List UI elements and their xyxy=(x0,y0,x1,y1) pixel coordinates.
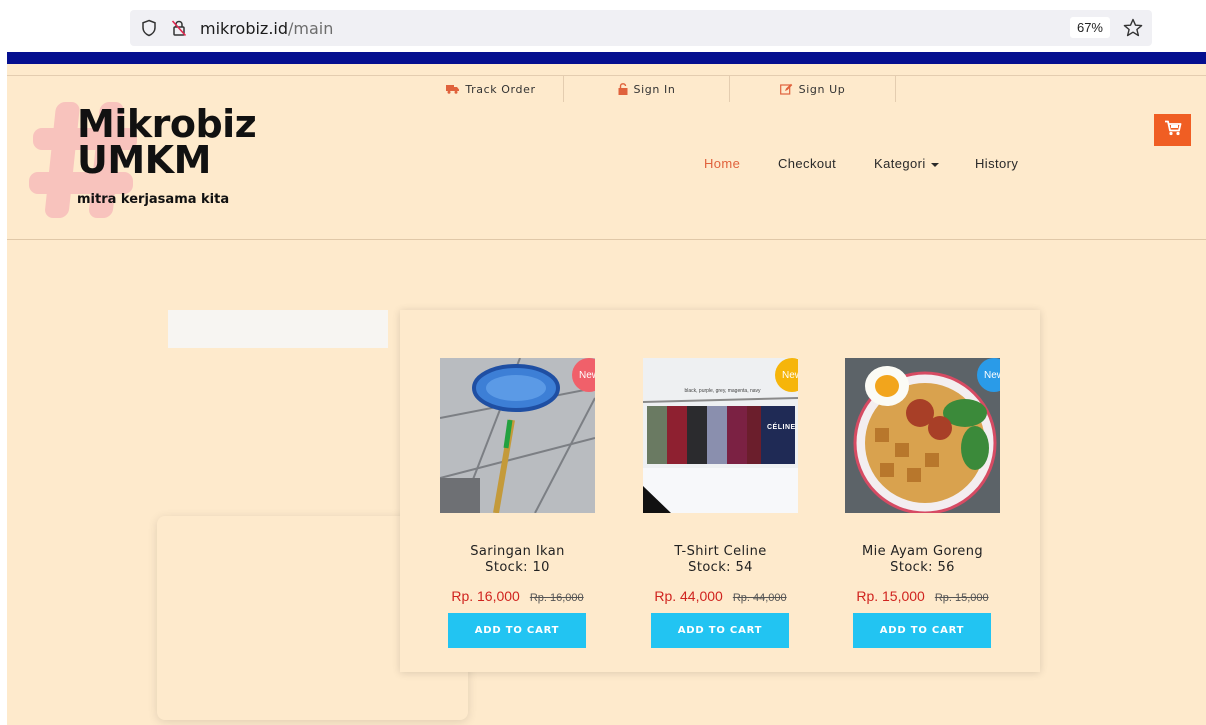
products-panel: New Saringan Ikan Stock: 10 Rp. 16,000Rp… xyxy=(400,310,1040,672)
sign-in-link[interactable]: Sign In xyxy=(564,76,730,102)
shopping-cart-icon xyxy=(1164,120,1182,140)
product-price: Rp. 44,000 xyxy=(654,588,723,604)
nav-kategori-label: Kategori xyxy=(874,156,926,171)
product-image-tshirt[interactable]: black, purple, grey, magenta, navy CÉLIN… xyxy=(643,358,798,513)
top-links-bar: Track Order Sign In Sign Up xyxy=(419,76,896,102)
price-row: Rp. 16,000 Rp. 16,000 xyxy=(440,586,595,605)
product-old-price: Rp. 44,000 xyxy=(732,592,787,604)
add-to-cart-button[interactable]: ADD TO CART xyxy=(853,613,991,648)
product-price: Rp. 16,000 xyxy=(451,588,520,604)
main-nav: Home Checkout Kategori History xyxy=(7,156,1206,176)
browser-toolbar: mikrobiz.id/main 67% xyxy=(0,0,1206,52)
nav-home[interactable]: Home xyxy=(704,156,740,171)
product-name[interactable]: Saringan Ikan xyxy=(440,544,595,560)
bookmark-star-icon[interactable] xyxy=(1122,17,1144,43)
address-bar[interactable]: mikrobiz.id/main 67% xyxy=(130,10,1152,46)
nav-checkout[interactable]: Checkout xyxy=(778,156,836,171)
product-image-fish-net[interactable]: New xyxy=(440,358,595,513)
truck-icon xyxy=(446,84,460,94)
price-row: Rp. 44,000 Rp. 44,000 xyxy=(643,586,798,605)
sign-up-label: Sign Up xyxy=(798,82,846,96)
nav-kategori-dropdown[interactable]: Kategori xyxy=(874,156,939,171)
caret-down-icon xyxy=(930,162,939,167)
product-name[interactable]: Mie Ayam Goreng xyxy=(845,544,1000,560)
product-image-noodles[interactable]: New xyxy=(845,358,1000,513)
site-tagline: mitra kerjasama kita xyxy=(77,192,230,207)
zoom-level-badge[interactable]: 67% xyxy=(1069,17,1110,38)
shield-icon[interactable] xyxy=(140,19,158,37)
logo-line-1: Mikrobiz xyxy=(77,102,257,146)
product-stock: Stock: 10 xyxy=(485,560,550,575)
header-divider xyxy=(7,239,1206,240)
lock-icon xyxy=(618,83,628,95)
product-stock: Stock: 54 xyxy=(688,560,753,575)
sidebar-box xyxy=(168,310,388,348)
product-stock: Stock: 56 xyxy=(890,560,955,575)
add-to-cart-button[interactable]: ADD TO CART xyxy=(448,613,586,648)
edit-icon xyxy=(779,83,793,95)
url-text[interactable]: mikrobiz.id/main xyxy=(200,19,333,38)
page-content: Track Order Sign In Sign Up Mikrobiz UMK… xyxy=(7,64,1206,725)
nav-history[interactable]: History xyxy=(975,156,1018,171)
product-old-price: Rp. 16,000 xyxy=(529,592,584,604)
insecure-lock-icon[interactable] xyxy=(170,19,188,37)
track-order-link[interactable]: Track Order xyxy=(419,76,564,102)
track-order-label: Track Order xyxy=(465,82,536,96)
top-color-strip xyxy=(7,52,1206,64)
product-price: Rp. 15,000 xyxy=(856,588,925,604)
cart-button[interactable] xyxy=(1154,114,1191,146)
sign-in-label: Sign In xyxy=(633,82,676,96)
image-caption: black, purple, grey, magenta, navy xyxy=(684,388,761,394)
sign-up-link[interactable]: Sign Up xyxy=(730,76,896,102)
price-row: Rp. 15,000 Rp. 15,000 xyxy=(845,586,1000,605)
add-to-cart-button[interactable]: ADD TO CART xyxy=(651,613,789,648)
shirt-print: CÉLINE xyxy=(767,424,796,431)
product-old-price: Rp. 15,000 xyxy=(934,592,989,604)
product-name[interactable]: T-Shirt Celine xyxy=(643,544,798,560)
